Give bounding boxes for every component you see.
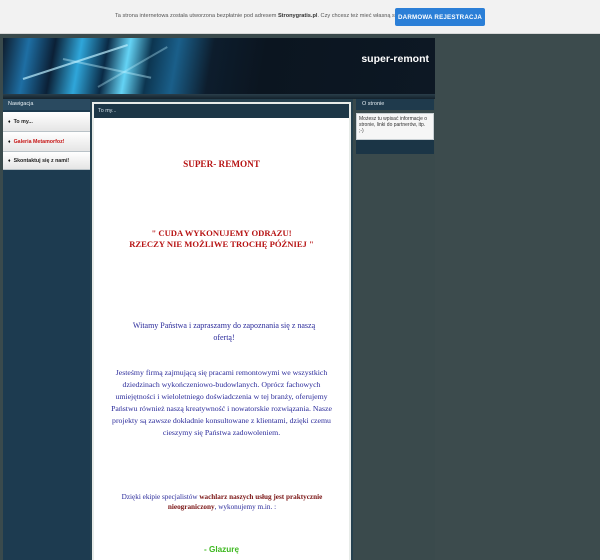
invite-line-2: ofertą! [213, 333, 235, 342]
promo-bar: Ta strona internetowa została utworzona … [0, 0, 600, 34]
invite-line-1: Witamy Państwa i zapraszamy do zapoznani… [132, 321, 316, 330]
specialists-paragraph: Dzięki ekipie specjalistów wachlarz nasz… [108, 493, 336, 512]
nav-item-label: Skontaktuj się z nami! [13, 157, 70, 164]
main-heading: SUPER- REMONT [183, 159, 260, 169]
services-list-item: - Glazurę [203, 545, 240, 554]
banner-light-streak [62, 58, 152, 79]
specialists-prefix: Dzięki ekipie specjalistów [121, 493, 198, 501]
slogan-line-1: " CUDA WYKONUJEMY ODRAZU! [151, 228, 292, 238]
bullet-icon: ♦ [8, 118, 11, 125]
promo-site-name: Stronygratis.pl [277, 13, 318, 19]
navigation-sidebar: Nawigacja ♦ To my... ♦ Galeria Metamorfo… [3, 99, 90, 560]
about-footer [356, 140, 434, 154]
nav-item-kontakt[interactable]: ♦ Skontaktuj się z nami! [3, 152, 90, 170]
site-title[interactable]: super-remont [361, 53, 429, 65]
specialists-suffix: , wykonujemy m.in. : [214, 502, 277, 511]
description-line: dziedzinach wykończeniowo-budowlanych. O… [122, 380, 321, 389]
description-line: umiejętności i wieloletniego doświadczen… [115, 392, 328, 401]
promo-text-prefix: Ta strona internetowa została utworzona … [115, 13, 277, 19]
description-line: projekty są zawsze dokładnie konsultowan… [112, 416, 331, 425]
nav-item-galeria[interactable]: ♦ Galeria Metamorfoz! [3, 132, 90, 152]
nav-item-label: To my... [13, 118, 33, 125]
main-section-title: To my... [94, 104, 349, 118]
slogan-line-2: RZECZY NIE MOŻLIWE TROCHĘ PÓŹNIEJ " [129, 239, 314, 249]
nav-heading: Nawigacja [3, 99, 90, 110]
promo-message: Ta strona internetowa została utworzona … [115, 13, 411, 19]
about-heading: O stronie [356, 99, 434, 110]
page-background-strip [435, 35, 600, 560]
header-banner: super-remont [3, 38, 435, 94]
nav-item-to-my[interactable]: ♦ To my... [3, 112, 90, 132]
register-button[interactable]: DARMOWA REJESTRACJA [395, 8, 485, 26]
bullet-icon: ♦ [8, 157, 11, 164]
nav-item-label: Galeria Metamorfoz! [13, 138, 65, 145]
description-line: cieszymy się Państwa zadowoleniem. [162, 428, 281, 437]
main-content: SUPER- REMONT " CUDA WYKONUJEMY ODRAZU! … [94, 118, 349, 560]
bullet-icon: ♦ [8, 138, 11, 145]
description-line: Państwu również naszą kreatywność i nowa… [111, 404, 332, 413]
about-text: Możesz tu wpisać informacje o stronie, l… [356, 113, 434, 140]
description-line: Jesteśmy firmą zajmującą się pracami rem… [115, 368, 328, 377]
right-sidebar [355, 99, 435, 560]
